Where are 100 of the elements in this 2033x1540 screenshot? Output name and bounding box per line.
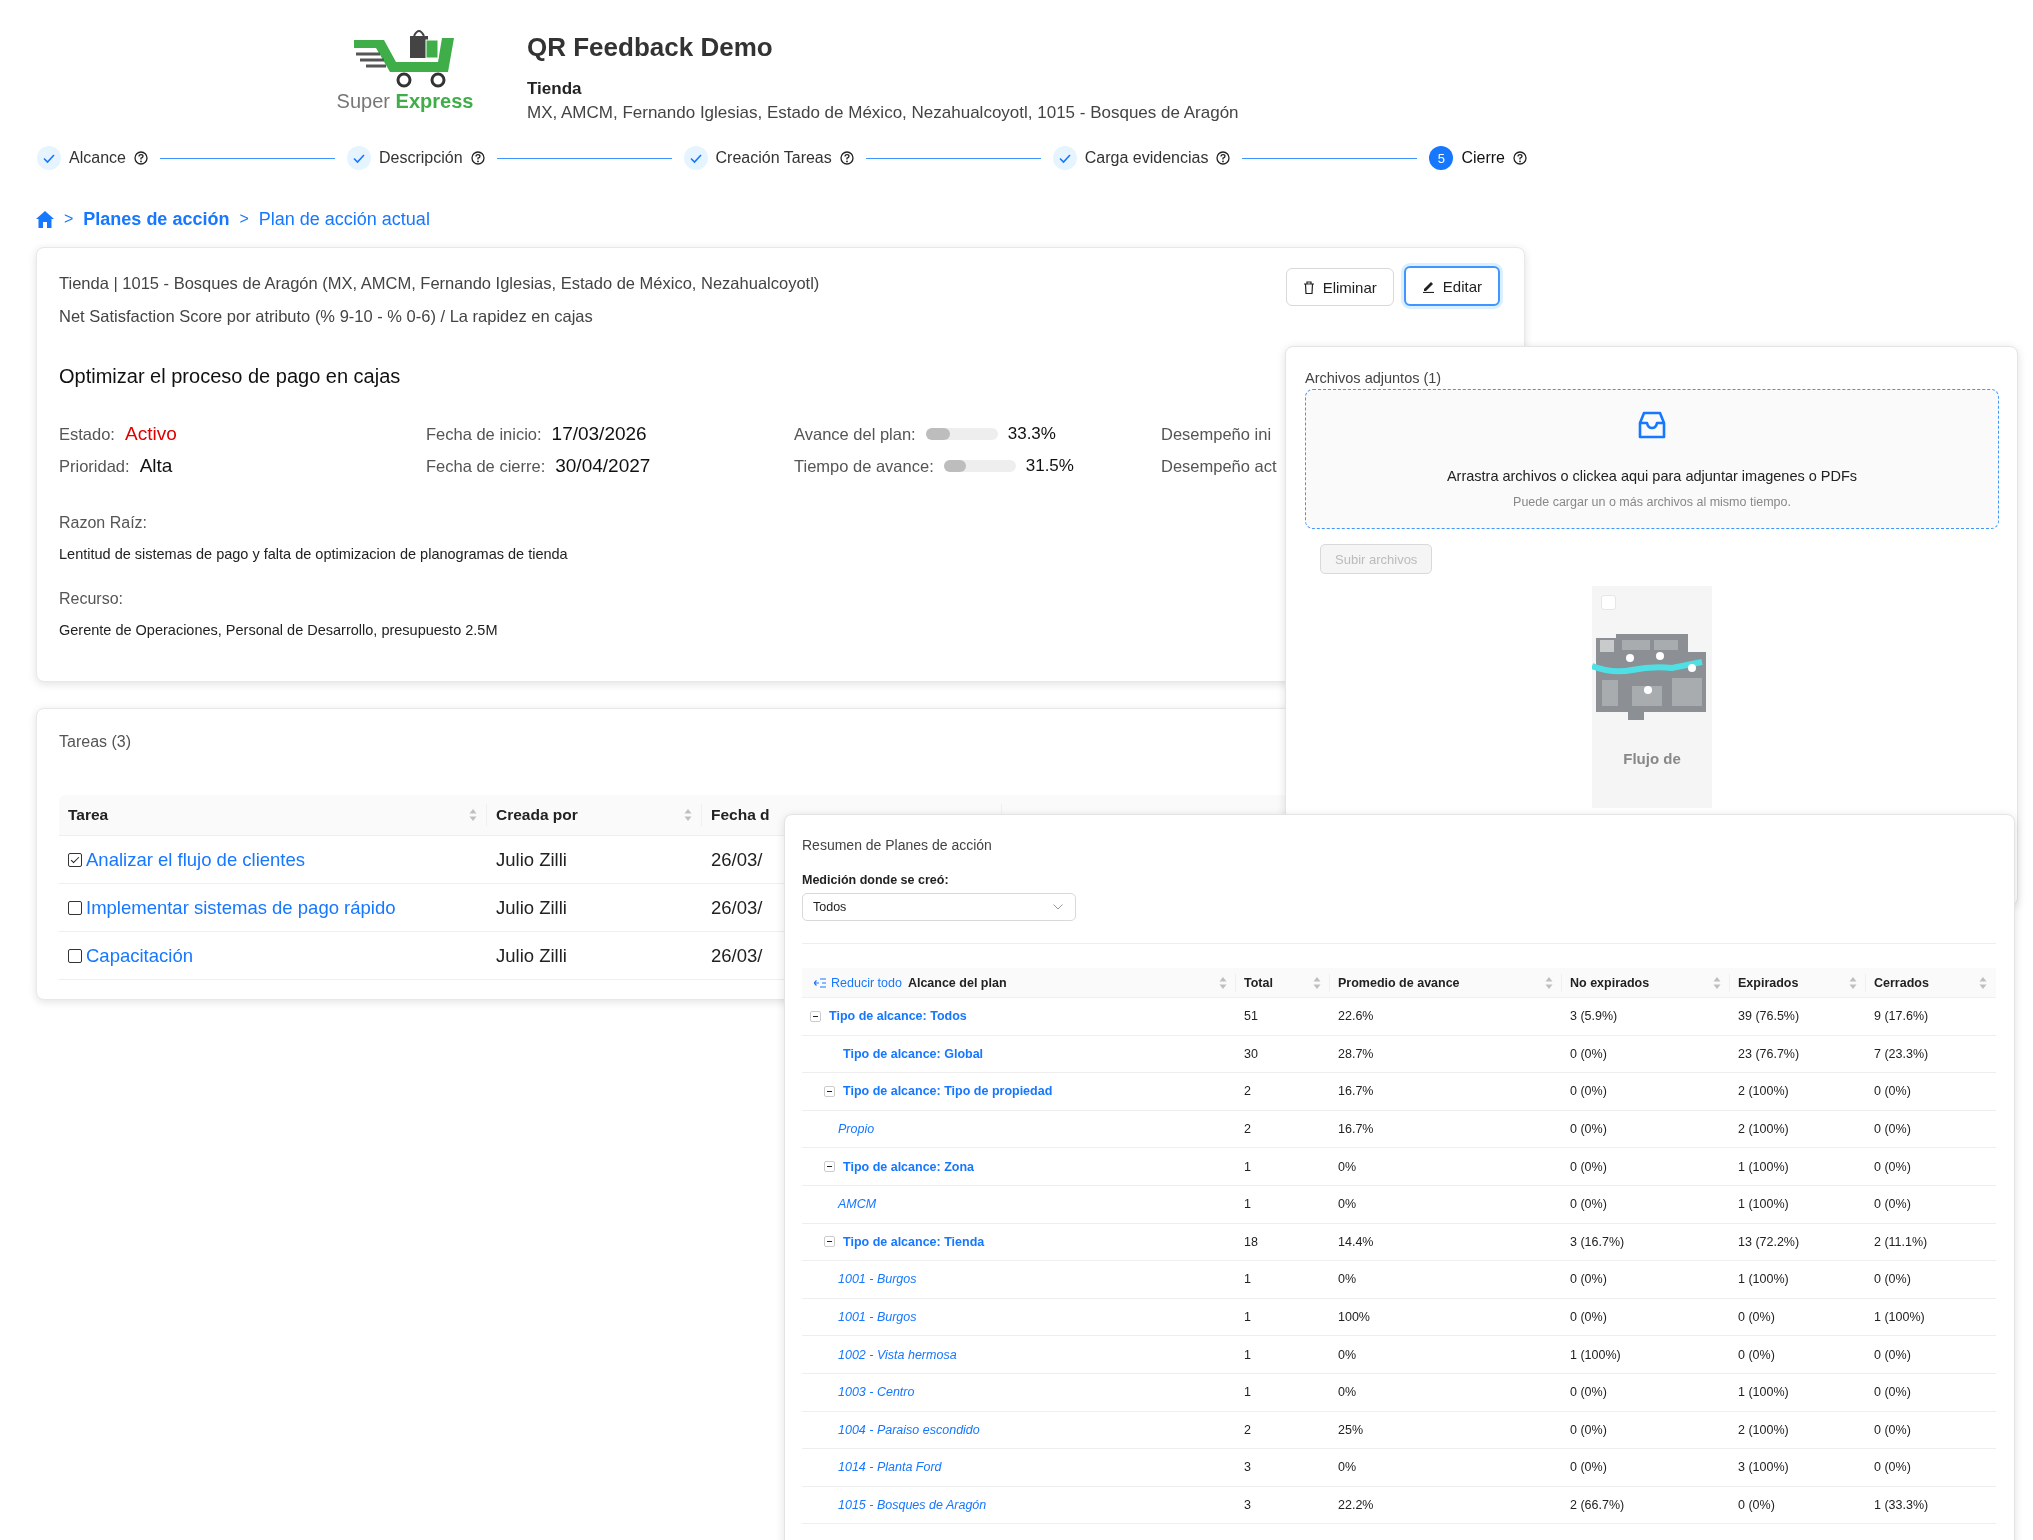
delete-button[interactable]: Eliminar	[1285, 268, 1394, 306]
step-label[interactable]: Carga evidencias	[1084, 149, 1209, 167]
expand-toggle[interactable]	[824, 1236, 835, 1248]
help-icon[interactable]	[470, 151, 485, 165]
table-cell-text: 0 (0%)	[1569, 1197, 1608, 1212]
scope-link[interactable]: Tipo de alcance: Tienda	[843, 1234, 985, 1249]
select-field[interactable]: Todos	[802, 893, 1076, 921]
step-label[interactable]: Descripción	[378, 149, 463, 167]
column-header[interactable]: Cerrados	[1874, 975, 1979, 990]
table-cell-text: 0%	[1337, 1347, 1358, 1362]
table-cell-text: 0 (0%)	[1737, 1498, 1776, 1512]
checkbox[interactable]	[68, 900, 82, 915]
app-title: QR Feedback Demo	[527, 32, 774, 63]
table-cell-text: 2	[1243, 1422, 1252, 1437]
column-header[interactable]: Expirados	[1738, 975, 1849, 990]
scope-link[interactable]: Tipo de alcance: Global	[843, 1046, 984, 1061]
table-cell-text: 1 (100%)	[1873, 1310, 1926, 1325]
scope-link[interactable]: 1001 - Burgos	[838, 1272, 917, 1287]
table-cell-text: 0%	[1337, 1197, 1358, 1212]
table-cell-text: 26/03/	[710, 847, 764, 872]
column-header[interactable]: Tarea	[68, 806, 109, 824]
table-cell-text: 22.2%	[1337, 1498, 1375, 1512]
attachment-card[interactable]: Flujo de	[1592, 586, 1712, 808]
table-cell-text: 3 (5.9%)	[1569, 1009, 1619, 1024]
help-icon[interactable]	[839, 151, 854, 165]
table-cell-text: 1 (100%)	[1737, 1197, 1790, 1212]
step-label[interactable]: Alcance	[69, 149, 126, 167]
table-cell-text: 14.4%	[1337, 1234, 1375, 1249]
file-name: Flujo de	[1623, 750, 1681, 767]
table-cell-text: 2 (11.1%)	[1873, 1234, 1929, 1249]
breadcrumb-separator: >	[239, 210, 249, 228]
table-cell-text: 16.7%	[1337, 1084, 1375, 1099]
pencil-icon	[1421, 279, 1435, 293]
scope-link[interactable]: Tipo de alcance: Zona	[843, 1159, 975, 1174]
expand-toggle[interactable]	[824, 1086, 835, 1097]
field-value: Alta	[139, 455, 173, 477]
table-cell-text: 26/03/	[710, 943, 764, 968]
field-label: Prioridad:	[59, 456, 130, 476]
drop-zone[interactable]: Arrastra archivos o clickea aqui para adjuntar imagenes o PDFs Puede cargar un o más archivos al mismo tiempo.	[1305, 389, 1999, 529]
edit-button[interactable]: Editar	[1403, 266, 1500, 306]
scope-link[interactable]: 1003 - Centro	[838, 1385, 915, 1400]
scope-link[interactable]: 1001 - Burgos	[838, 1310, 917, 1325]
table-cell-text: 51	[1243, 1009, 1259, 1024]
help-icon[interactable]	[1513, 151, 1527, 165]
column-header[interactable]: Promedio de avance	[1338, 975, 1545, 990]
plan-title: Optimizar el proceso de pago en cajas	[59, 365, 401, 388]
table-cell-text: 1 (100%)	[1737, 1385, 1790, 1400]
table-cell-text: Julio Zilli	[495, 943, 568, 968]
field-label: Desempeño act	[1161, 456, 1277, 476]
checkbox[interactable]	[68, 852, 82, 867]
column-header[interactable]: Fecha d	[711, 806, 770, 824]
collapse-all-button[interactable]: Reducir todo	[810, 975, 908, 990]
table-cell-text: 100%	[1337, 1310, 1371, 1325]
section-title: Archivos adjuntos (1)	[1305, 370, 1443, 386]
column-header[interactable]: Alcance del plan	[907, 975, 1219, 990]
breadcrumb-current[interactable]: Plan de acción actual	[258, 208, 430, 230]
task-link[interactable]: Capacitación	[86, 944, 193, 967]
table-cell-text: 0 (0%)	[1569, 1460, 1608, 1475]
table-cell-text: 26/03/	[710, 895, 764, 920]
table-cell-text: 0%	[1337, 1159, 1358, 1174]
scope-link[interactable]: Tipo de alcance: Tipo de propiedad	[843, 1084, 1053, 1099]
scope-link[interactable]: Propio	[838, 1122, 875, 1137]
table-cell-text: 0 (0%)	[1569, 1159, 1608, 1174]
step-label[interactable]: Cierre	[1461, 149, 1505, 167]
help-icon[interactable]	[1216, 151, 1231, 165]
scope-link[interactable]: AMCM	[838, 1197, 877, 1212]
column-header[interactable]: Creada por	[496, 806, 578, 824]
trash-icon	[1302, 280, 1315, 294]
expand-toggle[interactable]	[824, 1161, 835, 1173]
table-cell-text: 1	[1243, 1197, 1252, 1212]
scope-link[interactable]: 1015 - Bosques de Aragón	[838, 1498, 987, 1512]
table-cell-text: 39 (76.5%)	[1737, 1009, 1801, 1024]
column-header[interactable]: Total	[1244, 975, 1313, 990]
table-cell-text: 0 (0%)	[1569, 1084, 1608, 1099]
breadcrumb-link[interactable]: Planes de acción	[83, 208, 230, 230]
task-link[interactable]: Implementar sistemas de pago rápido	[86, 896, 396, 919]
task-link[interactable]: Analizar el flujo de clientes	[86, 848, 306, 871]
scope-link[interactable]: 1004 - Paraiso escondido	[838, 1422, 980, 1437]
drop-zone-hint: Puede cargar un o más archivos al mismo tiempo.	[1513, 495, 1791, 509]
table-cell-text: 0%	[1337, 1385, 1358, 1400]
table-cell-text: 0 (0%)	[1569, 1272, 1608, 1287]
help-icon[interactable]	[133, 151, 148, 165]
scope-link[interactable]: 1014 - Planta Ford	[838, 1460, 942, 1475]
table-cell-text: 1	[1243, 1347, 1252, 1362]
home-icon[interactable]	[36, 210, 54, 228]
checkbox[interactable]	[68, 948, 82, 963]
table-cell-text: 18	[1243, 1234, 1259, 1249]
section-text: Gerente de Operaciones, Personal de Desarrollo, presupuesto 2.5M	[59, 622, 498, 638]
expand-toggle[interactable]	[810, 1010, 821, 1022]
table-cell-text: 0 (0%)	[1873, 1347, 1912, 1362]
table-cell-text: Julio Zilli	[495, 895, 568, 920]
scope-link[interactable]: Tipo de alcance: Todos	[829, 1009, 967, 1024]
progress-value: 33.3%	[1007, 424, 1056, 444]
table-cell-text: 0 (0%)	[1873, 1197, 1912, 1212]
table-cell-text: 0 (0%)	[1569, 1310, 1608, 1325]
step-label[interactable]: Creación Tareas	[715, 149, 832, 167]
column-header[interactable]: No expirados	[1570, 975, 1713, 990]
scope-link[interactable]: 1002 - Vista hermosa	[838, 1347, 957, 1362]
table-cell-text: 2 (66.7%)	[1569, 1498, 1626, 1512]
table-cell-text: 0 (0%)	[1873, 1385, 1912, 1400]
